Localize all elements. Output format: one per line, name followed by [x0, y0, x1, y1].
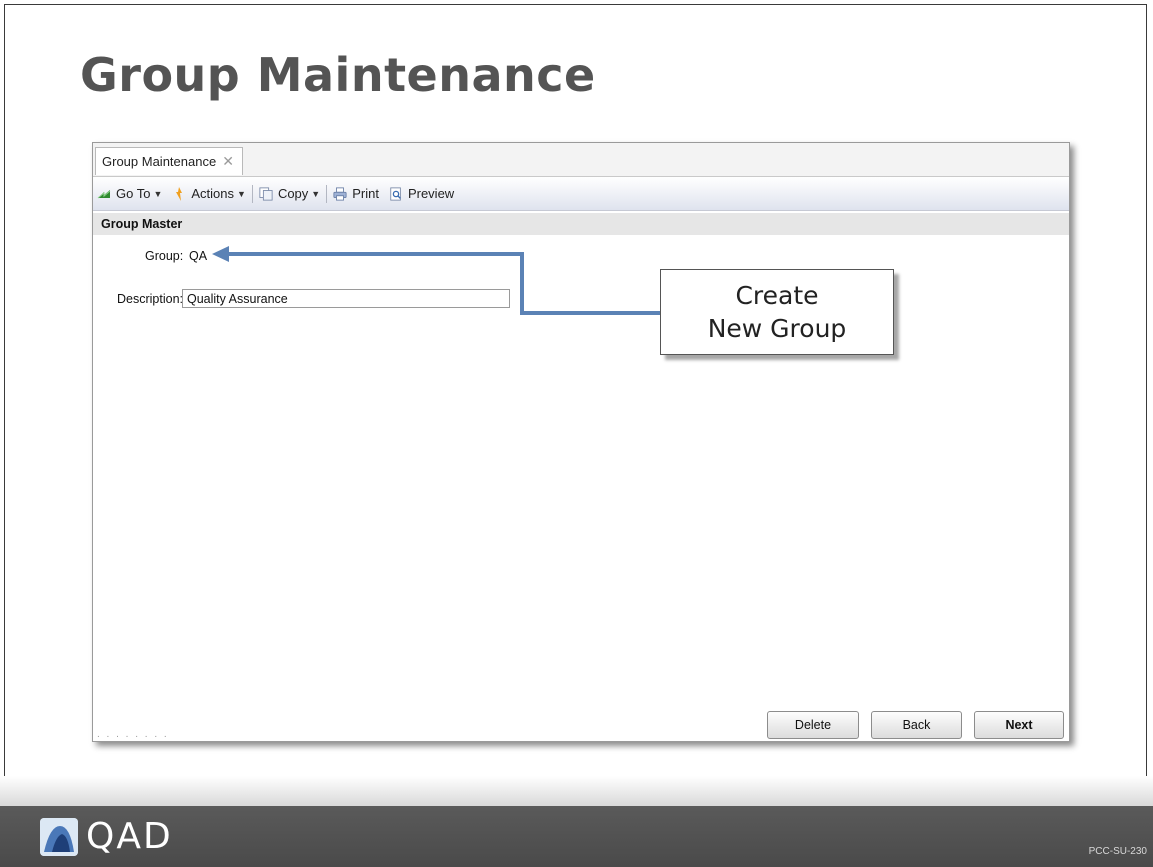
footer-band: [0, 776, 1153, 806]
slide-code: PCC-SU-230: [1088, 846, 1147, 857]
callout-line-1: Create: [735, 281, 819, 310]
callout-arrow: [212, 246, 662, 315]
callout-line-2: New Group: [707, 314, 847, 343]
qad-logo: QAD: [40, 816, 173, 857]
slide: Group Maintenance Group Maintenance ✕ Go…: [0, 0, 1153, 867]
logo-text: QAD: [86, 816, 173, 857]
callout-box: Create New Group: [660, 269, 894, 355]
footer-bar: [0, 806, 1153, 867]
qad-logo-icon: [40, 817, 78, 856]
